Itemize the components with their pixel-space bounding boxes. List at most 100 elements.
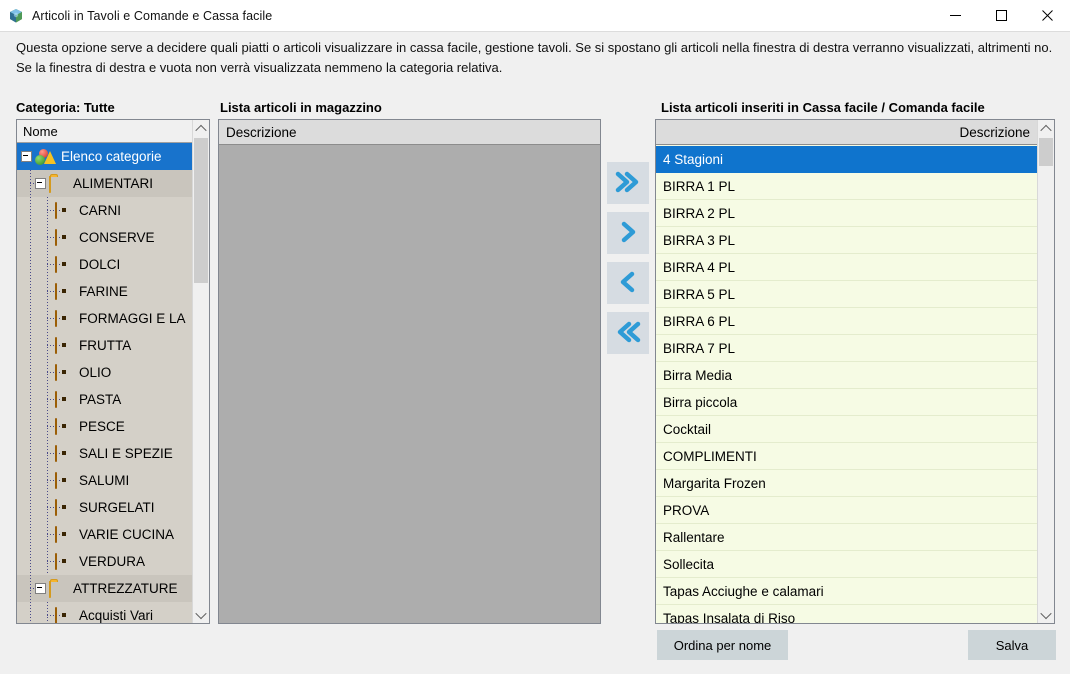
middle-panel-label: Lista articoli in magazzino (220, 100, 382, 115)
right-list-scrollbar[interactable] (1037, 120, 1054, 623)
warehouse-items-list[interactable] (219, 146, 600, 623)
move-left-button[interactable] (607, 262, 649, 304)
box-icon (55, 310, 73, 327)
tree-item-label: FARINE (79, 284, 128, 299)
tree-item-conserve[interactable]: CONSERVE (17, 224, 192, 251)
list-item[interactable]: BIRRA 1 PL (656, 173, 1037, 200)
folder-icon (49, 581, 67, 598)
save-button[interactable]: Salva (968, 630, 1056, 660)
tree-item-label: DOLCI (79, 257, 121, 272)
tree-item-varie-cucina[interactable]: VARIE CUCINA (17, 521, 192, 548)
tree-item-farine[interactable]: FARINE (17, 278, 192, 305)
list-item[interactable]: PROVA (656, 497, 1037, 524)
window-controls (932, 0, 1070, 31)
tree-item-label: VARIE CUCINA (79, 527, 175, 542)
list-item[interactable]: Cocktail (656, 416, 1037, 443)
list-item[interactable]: Rallentare (656, 524, 1037, 551)
list-item[interactable]: Tapas Acciughe e calamari (656, 578, 1037, 605)
cassa-facile-items-list[interactable]: 4 Stagioni BIRRA 1 PL BIRRA 2 PL BIRRA 3 PL… (656, 146, 1037, 623)
list-item[interactable]: Sollecita (656, 551, 1037, 578)
list-item[interactable]: BIRRA 6 PL (656, 308, 1037, 335)
right-scroll-up-button[interactable] (1038, 120, 1054, 137)
list-item[interactable]: Margarita Frozen (656, 470, 1037, 497)
tree-item-frutta[interactable]: FRUTTA (17, 332, 192, 359)
box-icon (55, 445, 73, 462)
chevron-up-icon (195, 124, 207, 136)
minimize-button[interactable] (932, 0, 978, 31)
tree-scroll-thumb[interactable] (194, 138, 208, 283)
move-all-left-button[interactable] (607, 312, 649, 354)
list-item[interactable]: BIRRA 3 PL (656, 227, 1037, 254)
box-icon (55, 202, 73, 219)
cube-globe-icon (8, 8, 24, 24)
tree-scroll-up-button[interactable] (193, 120, 209, 137)
list-item[interactable]: COMPLIMENTI (656, 443, 1037, 470)
category-root-icon (35, 148, 56, 165)
list-item[interactable]: 4 Stagioni (656, 146, 1037, 173)
tree-guide-line (30, 251, 31, 278)
tree-item-label: PASTA (79, 392, 122, 407)
tree-scroll-down-button[interactable] (193, 606, 209, 623)
tree-panel-label: Categoria: Tutte (16, 100, 115, 115)
tree-scrollbar[interactable] (192, 120, 209, 623)
tree-guide-line (30, 413, 31, 440)
double-chevron-left-icon (615, 321, 641, 346)
tree-guide-line (30, 224, 31, 251)
list-item[interactable]: Birra Media (656, 362, 1037, 389)
tree-item-elenco-categorie[interactable]: Elenco categorie (17, 143, 192, 170)
tree-item-salumi[interactable]: SALUMI (17, 467, 192, 494)
tree-guide-line (30, 494, 31, 521)
tree-item-pesce[interactable]: PESCE (17, 413, 192, 440)
tree-expander-toggle[interactable] (21, 151, 32, 162)
list-item[interactable]: BIRRA 7 PL (656, 335, 1037, 362)
tree-expander-toggle[interactable] (35, 583, 46, 594)
tree-item-surgelati[interactable]: SURGELATI (17, 494, 192, 521)
tree-guide-line (30, 548, 31, 575)
tree-item-label: ALIMENTARI (73, 176, 154, 191)
box-icon (55, 472, 73, 489)
warehouse-items-panel: Descrizione (218, 119, 601, 624)
tree-item-formaggi-e-la[interactable]: FORMAGGI E LA (17, 305, 192, 332)
tree-item-attrezzature[interactable]: ATTREZZATURE (17, 575, 192, 602)
move-all-right-button[interactable] (607, 162, 649, 204)
tree-guide-line (30, 386, 31, 413)
tree-item-dolci[interactable]: DOLCI (17, 251, 192, 278)
middle-column-header: Descrizione (219, 120, 600, 145)
tree-item-alimentari[interactable]: ALIMENTARI (17, 170, 192, 197)
box-icon (55, 364, 73, 381)
tree-item-acquisti-vari[interactable]: Acquisti Vari (17, 602, 192, 623)
tree-expander-toggle[interactable] (35, 178, 46, 189)
tree-item-olio[interactable]: OLIO (17, 359, 192, 386)
list-item[interactable]: BIRRA 5 PL (656, 281, 1037, 308)
close-button[interactable] (1024, 0, 1070, 31)
box-icon (55, 337, 73, 354)
box-icon (55, 256, 73, 273)
tree-column-header: Nome (17, 120, 209, 143)
chevron-down-icon (1040, 607, 1052, 619)
list-item[interactable]: BIRRA 2 PL (656, 200, 1037, 227)
list-item[interactable]: BIRRA 4 PL (656, 254, 1037, 281)
right-scroll-thumb[interactable] (1039, 138, 1053, 166)
move-right-button[interactable] (607, 212, 649, 254)
tree-item-carni[interactable]: CARNI (17, 197, 192, 224)
tree-item-label: SALI E SPEZIE (79, 446, 173, 461)
tree-item-label: Elenco categorie (61, 149, 162, 164)
chevron-right-icon (618, 221, 638, 246)
tree-item-label: CARNI (79, 203, 122, 218)
tree-guide-line (47, 602, 48, 623)
box-icon (55, 526, 73, 543)
list-item[interactable]: Birra piccola (656, 389, 1037, 416)
tree-item-label: CONSERVE (79, 230, 155, 245)
tree-item-sali-e-spezie[interactable]: SALI E SPEZIE (17, 440, 192, 467)
tree-item-verdura[interactable]: VERDURA (17, 548, 192, 575)
maximize-button[interactable] (978, 0, 1024, 31)
list-item[interactable]: Tapas Insalata di Riso (656, 605, 1037, 623)
right-scroll-down-button[interactable] (1038, 606, 1054, 623)
tree-item-label: SURGELATI (79, 500, 155, 515)
sort-by-name-button[interactable]: Ordina per nome (657, 630, 788, 660)
tree-guide-line (30, 305, 31, 332)
tree-item-pasta[interactable]: PASTA (17, 386, 192, 413)
tree-item-label: ATTREZZATURE (73, 581, 178, 596)
tree-item-label: OLIO (79, 365, 112, 380)
tree-body[interactable]: Elenco categorie ALIMENTARI CARNI CONSERVE D… (17, 143, 192, 623)
